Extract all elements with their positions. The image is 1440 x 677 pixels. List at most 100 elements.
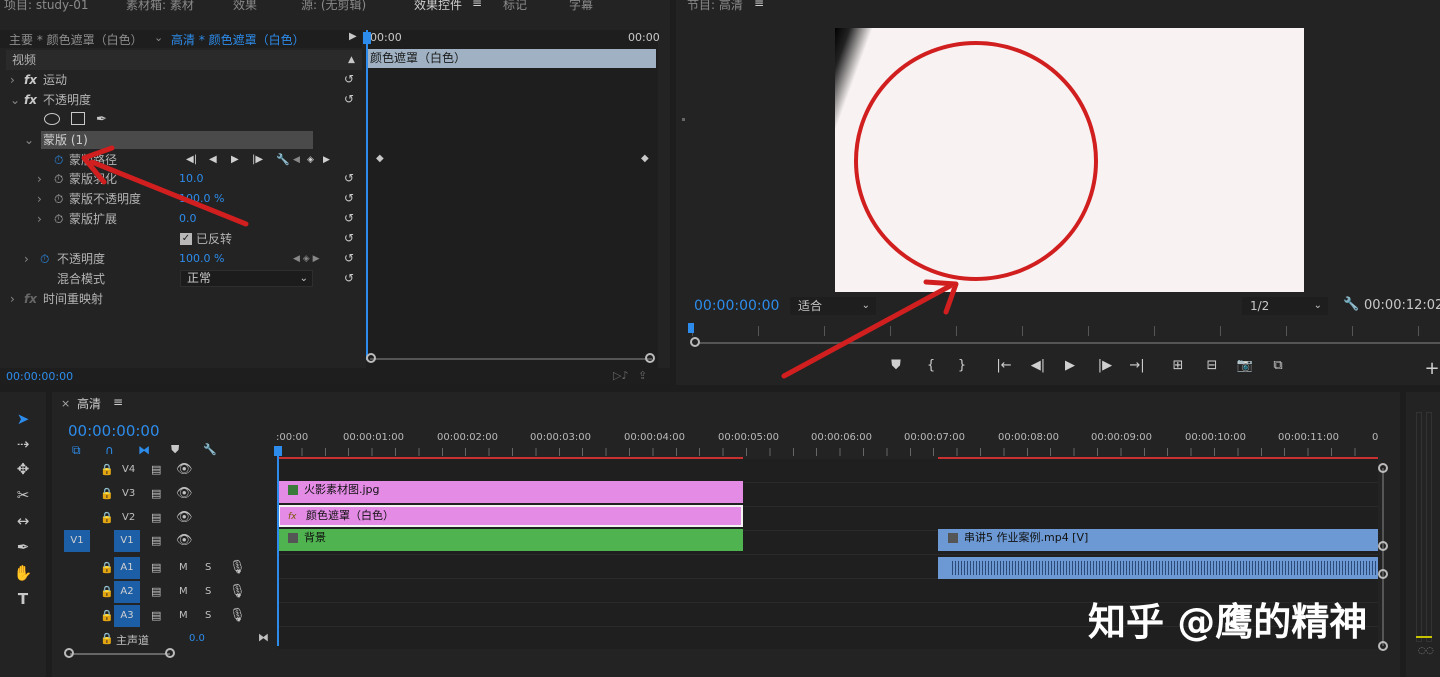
solo-indicator-icon[interactable]: ◌◌ [1418, 646, 1434, 656]
sync-lock-icon[interactable]: ▤ [151, 534, 161, 547]
reset-icon[interactable]: ↺ [344, 252, 356, 264]
microphone-icon[interactable]: 🎙 [229, 608, 246, 623]
eye-icon[interactable]: 👁 [176, 533, 193, 548]
eye-icon[interactable]: 👁 [176, 462, 193, 477]
scroll-handle[interactable] [1378, 463, 1388, 473]
tab-menu-icon[interactable]: ≡ [754, 0, 764, 10]
sync-lock-icon[interactable]: ▤ [151, 609, 161, 622]
target-a3[interactable]: A3 [114, 605, 140, 627]
razor-tool-icon[interactable]: ✂ [12, 484, 34, 506]
compare-icon[interactable]: ⧉ [1268, 358, 1288, 373]
play-icon[interactable]: ▶ [1060, 358, 1080, 373]
timeline-vscroll[interactable] [1382, 468, 1384, 646]
clip-color-matte[interactable]: fx 颜色遮罩（白色） [278, 505, 743, 527]
wrench-icon[interactable]: 🔧 [1343, 297, 1359, 312]
master-value[interactable]: 0.0 [189, 633, 205, 644]
resolution-select[interactable]: 1/2 ⌄ [1242, 297, 1328, 315]
ripple-edit-tool-icon[interactable]: ✥ [12, 458, 34, 480]
sync-lock-icon[interactable]: ▤ [151, 585, 161, 598]
microphone-icon[interactable]: 🎙 [229, 560, 246, 575]
target-a2[interactable]: A2 [114, 581, 140, 603]
clip-fire-image[interactable]: 火影素材图.jpg [278, 481, 743, 503]
add-marker-icon[interactable]: ⛊ [171, 443, 179, 457]
go-to-in-icon[interactable]: |← [994, 358, 1014, 373]
lock-icon[interactable]: 🔒 [100, 511, 114, 524]
timeline-playhead-head[interactable] [274, 446, 282, 456]
solo-button[interactable]: S [205, 562, 211, 573]
clip-audio[interactable] [938, 557, 1378, 579]
scroll-handle-left[interactable] [366, 353, 376, 363]
selection-tool-icon[interactable]: ➤ [12, 408, 34, 430]
lift-icon[interactable]: ⊞ [1168, 358, 1188, 373]
step-back-icon[interactable]: ◀| [1028, 358, 1048, 373]
mute-button[interactable]: M [179, 610, 188, 621]
clip-video[interactable]: 串讲5 作业案例.mp4 [V] [938, 529, 1378, 551]
scroll-handle[interactable] [690, 337, 700, 347]
timeline-hscroll[interactable] [70, 653, 170, 655]
lock-icon[interactable]: 🔒 [100, 609, 114, 622]
scroll-handle[interactable] [1378, 569, 1388, 579]
slip-tool-icon[interactable]: ↔ [12, 510, 34, 532]
wrench-icon[interactable]: 🔧 [203, 443, 217, 456]
blend-mode-select[interactable]: 正常 ⌄ [180, 270, 313, 287]
mute-button[interactable]: M [179, 586, 188, 597]
lock-icon[interactable]: 🔒 [100, 561, 114, 574]
opacity-value[interactable]: 100.0 % [179, 249, 224, 269]
ec-scrollbar[interactable] [370, 358, 652, 360]
opacity-value-row[interactable]: › ⏱ 不透明度 100.0 % ◀ ◈ ▶ ↺ [6, 249, 362, 269]
solo-button[interactable]: S [205, 586, 211, 597]
expand-arrow-icon[interactable]: › [24, 249, 29, 269]
close-icon[interactable]: × [61, 397, 70, 410]
sync-lock-icon[interactable]: ▤ [151, 511, 161, 524]
snap-icon[interactable]: ∩ [105, 443, 114, 457]
keyframe-icon[interactable]: ◆ [641, 153, 649, 164]
step-forward-icon[interactable]: |▶ [1095, 358, 1115, 373]
microphone-icon[interactable]: 🎙 [229, 584, 246, 599]
linked-select-icon[interactable]: ⧓ [138, 443, 150, 457]
time-remap-row[interactable]: › fx 时间重映射 [6, 289, 362, 309]
target-v1[interactable]: V1 [114, 530, 140, 552]
track-select-tool-icon[interactable]: ⇢ [12, 433, 34, 455]
scroll-handle-right[interactable] [645, 353, 655, 363]
mute-button[interactable]: M [179, 562, 188, 573]
source-patch-v1[interactable]: V1 [64, 530, 90, 552]
type-tool-icon[interactable]: T [12, 588, 34, 610]
export-icon[interactable]: ⇪ [638, 369, 647, 382]
scroll-handle[interactable] [1378, 641, 1388, 651]
lock-icon[interactable]: 🔒 [100, 487, 114, 500]
timeline-timecode[interactable]: 00:00:00:00 [68, 422, 160, 440]
tab-menu-icon[interactable]: ≡ [472, 0, 482, 10]
tab-markers[interactable]: 标记 [503, 0, 527, 13]
tab-captions[interactable]: 字幕 [569, 0, 593, 13]
lock-icon[interactable]: 🔒 [100, 585, 114, 598]
camera-icon[interactable]: 📷 [1235, 358, 1255, 373]
sync-lock-icon[interactable]: ▤ [151, 463, 161, 476]
nest-icon[interactable]: ⧉ [72, 443, 81, 458]
solo-button[interactable]: S [205, 610, 211, 621]
clip-background[interactable]: 背景 [278, 529, 743, 551]
sync-lock-icon[interactable]: ▤ [151, 487, 161, 500]
reset-icon[interactable]: ↺ [344, 272, 356, 284]
go-to-end-icon[interactable]: ⧓ [258, 631, 269, 644]
extract-icon[interactable]: ⊟ [1202, 358, 1222, 373]
eye-icon[interactable]: 👁 [176, 486, 193, 501]
filter-icon[interactable]: ▷♪ [613, 369, 628, 382]
lock-icon[interactable]: 🔒 [100, 632, 114, 645]
add-keyframe-icon[interactable]: ◀ ◈ ▶ [293, 249, 320, 269]
tab-effect-controls[interactable]: 效果控件 [414, 0, 462, 13]
scroll-handle[interactable] [1378, 541, 1388, 551]
add-button-icon[interactable]: + [1422, 358, 1440, 379]
program-playhead[interactable] [688, 323, 694, 333]
blend-mode-row[interactable]: 混合模式 正常 ⌄ ↺ [6, 269, 362, 289]
stopwatch-icon[interactable]: ⏱ [40, 249, 49, 269]
pen-tool-icon[interactable]: ✒ [12, 536, 34, 558]
go-to-out-icon[interactable]: →| [1127, 358, 1147, 373]
ec-clip-bar[interactable]: 颜色遮罩（白色） [366, 49, 656, 68]
ec-timecode[interactable]: 00:00:00:00 [6, 370, 73, 383]
expand-arrow-icon[interactable]: › [10, 289, 15, 309]
target-a1[interactable]: A1 [114, 557, 140, 579]
lock-icon[interactable]: 🔒 [100, 463, 114, 476]
keyframe-icon[interactable]: ◆ [376, 153, 384, 164]
hand-tool-icon[interactable]: ✋ [12, 562, 34, 584]
scroll-handle[interactable] [165, 648, 175, 658]
